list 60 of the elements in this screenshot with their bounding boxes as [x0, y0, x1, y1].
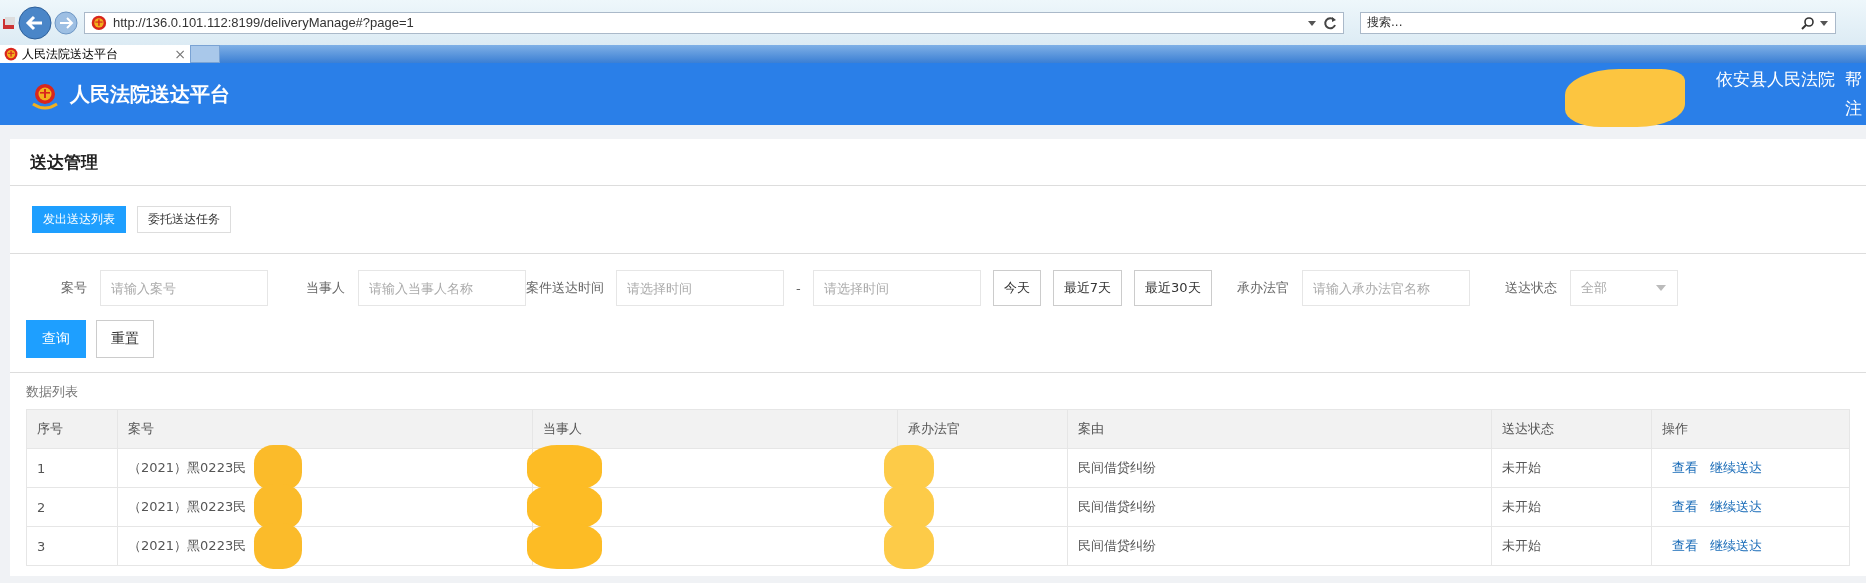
continue-link[interactable]: 继续送达 [1710, 498, 1762, 516]
input-field[interactable]: 请输入当事人名称 [358, 270, 526, 306]
continue-link[interactable]: 继续送达 [1710, 459, 1762, 477]
refresh-icon[interactable] [1323, 15, 1337, 30]
table-cell: （2021）黑0223民 [128, 498, 247, 516]
site-emblem-icon[interactable] [4, 47, 18, 61]
table-cell: 民间借贷纠纷 [1068, 487, 1492, 526]
site-emblem-icon[interactable] [91, 14, 107, 31]
quick-range-button[interactable]: 最近7天 [1052, 270, 1122, 306]
view-link[interactable]: 查看 [1672, 459, 1698, 477]
logout-link[interactable]: 注 [1845, 98, 1862, 118]
search-field[interactable]: 搜索... [1360, 11, 1836, 34]
column-header: 案号 [118, 410, 533, 448]
table-cell: 未开始 [1492, 448, 1652, 487]
field-label: 案号 [60, 279, 88, 297]
close-tab-button[interactable]: × [174, 46, 186, 62]
table-cell: 未开始 [1492, 526, 1652, 565]
continue-link[interactable]: 继续送达 [1710, 537, 1762, 555]
table-cell: 2 [27, 487, 118, 526]
table-cell: 未开始 [1492, 487, 1652, 526]
column-header: 序号 [27, 410, 118, 448]
section-title: 数据列表 [26, 383, 79, 401]
view-link[interactable]: 查看 [1672, 537, 1698, 555]
view-link[interactable]: 查看 [1672, 498, 1698, 516]
table-cell: （2021）黑0223民 [128, 537, 247, 555]
tab[interactable]: 委托送达任务 [137, 206, 231, 233]
date-field[interactable]: 请选择时间 [616, 270, 784, 306]
table-cell: （2021）黑0223民 [128, 459, 247, 477]
field-label: 案件送达时间 [526, 279, 605, 297]
help-link[interactable]: 帮 [1845, 68, 1862, 91]
field-label: 承办法官 [1235, 279, 1290, 297]
column-header: 操作 [1652, 410, 1850, 448]
column-header: 案由 [1068, 410, 1492, 448]
column-header: 承办法官 [898, 410, 1068, 448]
table-cell: 民间借贷纠纷 [1068, 448, 1492, 487]
court-name: 依安县人民法院 [1716, 68, 1835, 91]
back-button[interactable] [18, 5, 52, 40]
browser-logo-icon[interactable] [2, 15, 16, 30]
page-title: 送达管理 [10, 139, 1866, 186]
browser-tab[interactable]: 人民法院送达平台 × [0, 45, 190, 63]
url-text: http://136.0.101.112:8199/deliveryManage#?page=1 [113, 15, 414, 30]
address-bar[interactable]: http://136.0.101.112:8199/deliveryManage#?page=1 [84, 11, 1344, 34]
app-title: 人民法院送达平台 [70, 80, 230, 108]
table-cell: 1 [27, 448, 118, 487]
field-label: 送达状态 [1503, 279, 1558, 297]
input-field[interactable]: 请输入案号 [100, 270, 268, 306]
input-field[interactable]: 请输入承办法官名称 [1301, 270, 1470, 306]
quick-range-button[interactable]: 今天 [992, 270, 1041, 306]
search-placeholder: 搜索... [1367, 14, 1403, 31]
field-label: 当事人 [305, 279, 346, 297]
table-cell: 民间借贷纠纷 [1068, 526, 1492, 565]
search-icon[interactable] [1801, 15, 1815, 30]
quick-range-button[interactable]: 最近30天 [1134, 270, 1212, 306]
column-header: 当事人 [533, 410, 898, 448]
reset-button[interactable]: 重置 [96, 320, 154, 358]
table-cell: 3 [27, 526, 118, 565]
range-separator: - [795, 280, 802, 296]
forward-button[interactable] [54, 10, 78, 35]
date-field[interactable]: 请选择时间 [812, 270, 981, 306]
column-header: 送达状态 [1492, 410, 1652, 448]
